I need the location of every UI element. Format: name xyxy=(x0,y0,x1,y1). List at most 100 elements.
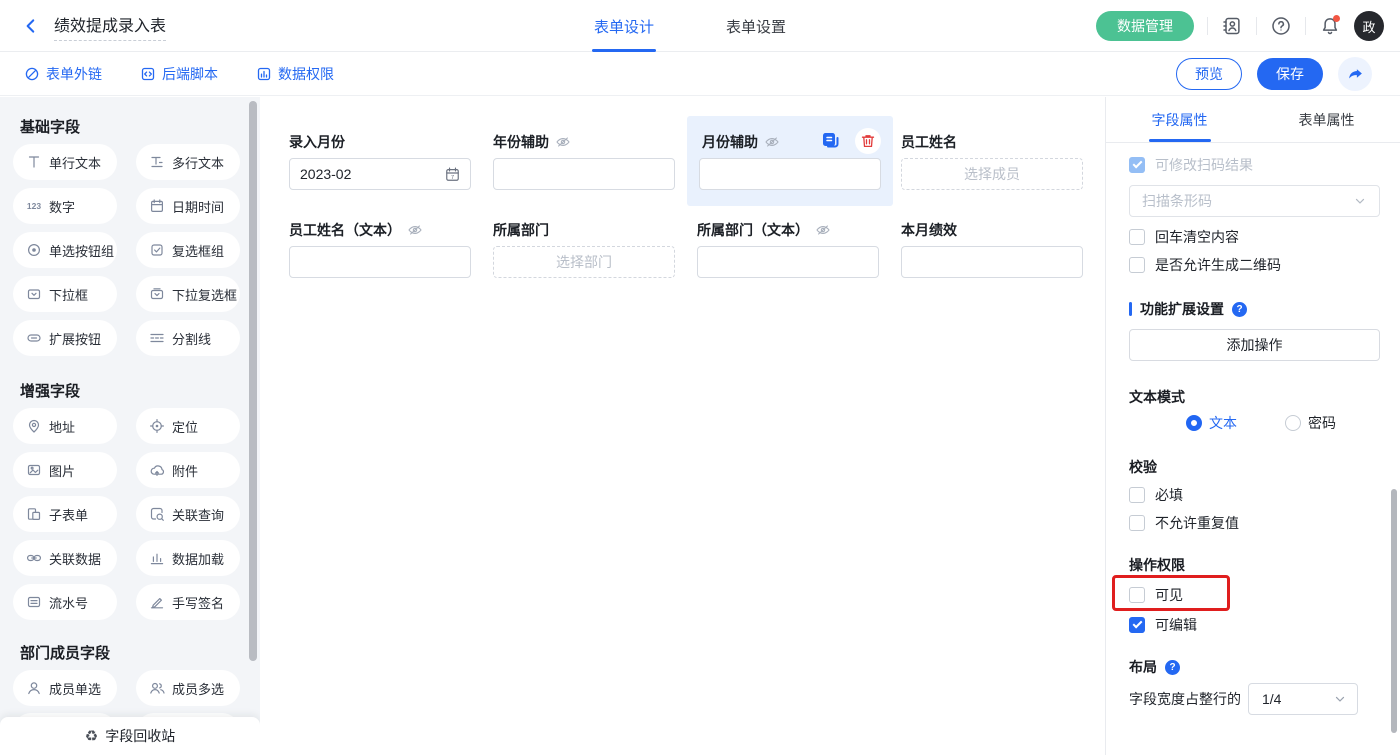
required-checkbox[interactable] xyxy=(1129,487,1145,503)
field-item-label: 单行文本 xyxy=(49,153,101,172)
scan-type-select[interactable]: 扫描条形码 xyxy=(1129,185,1380,217)
back-button[interactable] xyxy=(22,17,40,35)
field-item-label: 流水号 xyxy=(49,593,88,612)
checkbox-row-required: 必填 xyxy=(1129,485,1380,505)
preview-button[interactable]: 预览 xyxy=(1176,58,1242,90)
field-item-linked-query[interactable]: 关联查询 xyxy=(136,496,240,532)
field-item-address[interactable]: 地址 xyxy=(13,408,117,444)
field-item-multi-line-text[interactable]: 多行文本 xyxy=(136,144,240,180)
no-duplicate-checkbox[interactable] xyxy=(1129,515,1145,531)
tab-form-design[interactable]: 表单设计 xyxy=(594,0,654,52)
text-input[interactable] xyxy=(289,246,471,278)
field-entry-month[interactable]: 录入月份 2023-02 7 xyxy=(289,132,471,190)
field-item-member-multi[interactable]: 成员多选 xyxy=(136,670,240,706)
tab-field-properties[interactable]: 字段属性 xyxy=(1106,97,1253,142)
allow-qrcode-checkbox[interactable] xyxy=(1129,257,1145,273)
form-title[interactable]: 绩效提成录入表 xyxy=(54,12,166,41)
scan-result-checkbox[interactable] xyxy=(1129,157,1145,173)
active-tab-underline xyxy=(592,49,656,52)
extend-button-icon xyxy=(26,330,42,346)
field-item-data-load[interactable]: 数据加载 xyxy=(136,540,240,576)
field-item-member-single[interactable]: 成员单选 xyxy=(13,670,117,706)
panel-scrollbar[interactable] xyxy=(1391,489,1397,733)
field-employee-name[interactable]: 员工姓名 选择成员 xyxy=(901,132,1083,190)
member-fields-grid: 成员单选 成员多选 xyxy=(13,670,260,706)
field-item-dropdown[interactable]: 下拉框 xyxy=(13,276,117,312)
field-year-helper[interactable]: 年份辅助 xyxy=(493,132,675,190)
text-input[interactable] xyxy=(697,246,879,278)
signature-icon xyxy=(149,594,165,610)
field-item-divider-line[interactable]: 分割线 xyxy=(136,320,240,356)
external-link-button[interactable]: 表单外链 xyxy=(24,64,102,84)
add-action-button[interactable]: 添加操作 xyxy=(1129,329,1380,361)
data-permission-button[interactable]: 数据权限 xyxy=(256,64,334,84)
field-recycle-bin-button[interactable]: ♻ 字段回收站 xyxy=(0,717,260,755)
extension-help-icon[interactable]: ? xyxy=(1232,302,1247,317)
attachment-icon xyxy=(149,462,165,478)
field-item-attachment[interactable]: 附件 xyxy=(136,452,240,488)
field-item-number[interactable]: 123数字 xyxy=(13,188,117,224)
text-input[interactable] xyxy=(699,158,881,190)
chevron-down-icon xyxy=(1353,194,1367,208)
field-item-serial-number[interactable]: 流水号 xyxy=(13,584,117,620)
member-picker[interactable]: 选择成员 xyxy=(901,158,1083,190)
checkbox-row-allow-qrcode: 是否允许生成二维码 xyxy=(1129,255,1380,275)
help-icon[interactable] xyxy=(1270,15,1292,37)
field-employee-name-text[interactable]: 员工姓名（文本） xyxy=(289,220,471,278)
field-item-label: 数据加载 xyxy=(172,549,224,568)
save-button[interactable]: 保存 xyxy=(1257,58,1323,90)
field-item-location[interactable]: 定位 xyxy=(136,408,240,444)
field-item-label: 图片 xyxy=(49,461,75,480)
visible-checkbox[interactable] xyxy=(1129,587,1145,603)
radio-text[interactable]: 文本 xyxy=(1186,413,1237,433)
field-department-text[interactable]: 所属部门（文本） xyxy=(697,220,879,278)
dropdown-icon xyxy=(26,286,42,302)
text-input[interactable] xyxy=(901,246,1083,278)
field-item-signature[interactable]: 手写签名 xyxy=(136,584,240,620)
trash-icon xyxy=(860,133,876,149)
radio-password[interactable]: 密码 xyxy=(1285,413,1336,433)
layout-help-icon[interactable]: ? xyxy=(1165,660,1180,675)
field-item-datetime[interactable]: 日期时间 xyxy=(136,188,240,224)
field-palette-sidebar: 基础字段 单行文本多行文本123数字日期时间单选按钮组复选框组下拉框下拉复选框扩… xyxy=(0,97,260,755)
field-item-image[interactable]: 图片 xyxy=(13,452,117,488)
avatar[interactable]: 政 xyxy=(1354,11,1384,41)
member-single-icon xyxy=(26,680,42,696)
divider xyxy=(1207,17,1208,35)
field-item-radio-group[interactable]: 单选按钮组 xyxy=(13,232,117,268)
data-manage-button[interactable]: 数据管理 xyxy=(1096,11,1194,41)
backend-script-button[interactable]: 后端脚本 xyxy=(140,64,218,84)
tab-form-settings[interactable]: 表单设置 xyxy=(726,0,786,52)
field-month-performance[interactable]: 本月绩效 xyxy=(901,220,1083,278)
field-item-label: 成员单选 xyxy=(49,679,101,698)
data-load-icon xyxy=(149,550,165,566)
field-item-subform[interactable]: 子表单 xyxy=(13,496,117,532)
copy-field-button[interactable] xyxy=(817,128,843,154)
section-title-member-fields: 部门成员字段 xyxy=(20,642,260,663)
datetime-icon xyxy=(149,198,165,214)
editable-checkbox[interactable] xyxy=(1129,617,1145,633)
share-button[interactable] xyxy=(1338,57,1372,91)
selected-field-month-helper[interactable]: 月份辅助 xyxy=(687,116,893,206)
contacts-icon[interactable] xyxy=(1221,15,1243,37)
field-width-select[interactable]: 1/4 xyxy=(1248,683,1358,715)
field-department[interactable]: 所属部门 选择部门 xyxy=(493,220,675,278)
notification-bell-icon[interactable] xyxy=(1319,15,1341,37)
address-icon xyxy=(26,418,42,434)
active-tab-underline xyxy=(1149,139,1211,142)
delete-field-button[interactable] xyxy=(855,128,881,154)
field-item-checkbox-group[interactable]: 复选框组 xyxy=(136,232,240,268)
clear-on-enter-checkbox[interactable] xyxy=(1129,229,1145,245)
department-picker[interactable]: 选择部门 xyxy=(493,246,675,278)
field-item-multi-dropdown[interactable]: 下拉复选框 xyxy=(136,276,240,312)
date-input[interactable]: 2023-02 7 xyxy=(289,158,471,190)
text-input[interactable] xyxy=(493,158,675,190)
field-item-single-line-text[interactable]: 单行文本 xyxy=(13,144,117,180)
sidebar-scrollbar[interactable] xyxy=(249,101,257,661)
validation-title: 校验 xyxy=(1129,457,1380,477)
field-item-extend-button[interactable]: 扩展按钮 xyxy=(13,320,117,356)
field-item-label: 地址 xyxy=(49,417,75,436)
field-item-linked-data[interactable]: 关联数据 xyxy=(13,540,117,576)
form-canvas[interactable]: 录入月份 2023-02 7 年份辅助 月份辅助 xyxy=(260,97,1105,755)
tab-form-properties[interactable]: 表单属性 xyxy=(1253,97,1400,142)
